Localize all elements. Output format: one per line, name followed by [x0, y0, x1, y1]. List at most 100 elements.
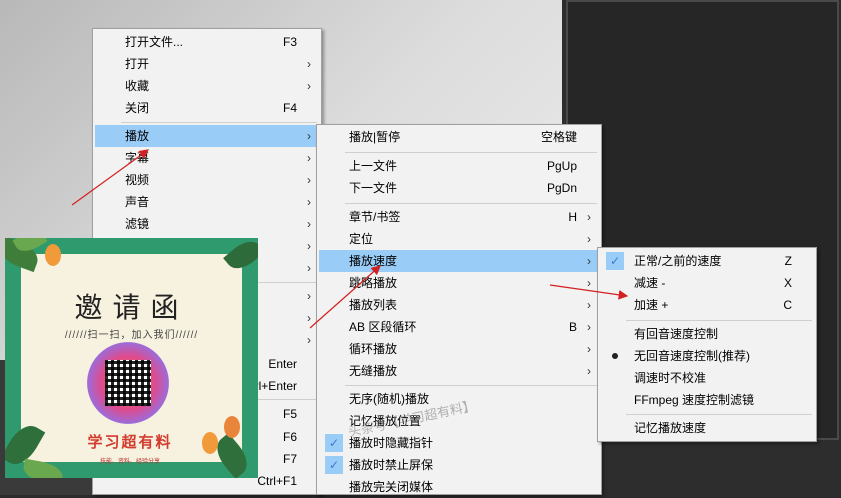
- menu-item-ffmpeg-speed[interactable]: FFmpeg 速度控制滤镜: [600, 389, 814, 411]
- chevron-right-icon: ›: [307, 173, 311, 187]
- menu-separator: [345, 385, 597, 386]
- menu-item-label: 播放: [125, 129, 150, 143]
- chevron-right-icon: ›: [307, 129, 311, 143]
- menu-item-label: 视频: [125, 173, 150, 187]
- menu-item-playlist[interactable]: 播放列表 ›: [319, 294, 599, 316]
- menu-item-label: 上一文件: [349, 159, 398, 173]
- menu-item-label: 无缝播放: [349, 364, 398, 378]
- chevron-right-icon: ›: [307, 79, 311, 93]
- menu-item-open[interactable]: 打开 ›: [95, 53, 319, 75]
- context-menu-play: 播放|暂停 空格键 上一文件 PgUp 下一文件 PgDn 章节/书签 H › 定位 › 播…: [316, 124, 602, 495]
- menu-item-disable-screensaver[interactable]: ✓ 播放时禁止屏保: [319, 454, 599, 476]
- flower-icon: [224, 416, 240, 438]
- chevron-right-icon: ›: [307, 195, 311, 209]
- menu-item-gapless[interactable]: 无缝播放 ›: [319, 360, 599, 382]
- menu-item-shortcut: Z: [784, 254, 792, 268]
- menu-item-label: 加速 +: [634, 298, 669, 312]
- menu-item-label: 章节/书签: [349, 210, 401, 224]
- menu-item-label: AB 区段循环: [349, 320, 417, 334]
- context-menu-speed: ✓ 正常/之前的速度 Z 减速 - X 加速 + C 有回音速度控制 无回音速度控制(推…: [597, 247, 817, 442]
- menu-item-shortcut: Ctrl+F1: [257, 474, 297, 488]
- menu-item-label: 减速 -: [634, 276, 666, 290]
- menu-item-shortcut: F3: [282, 35, 297, 49]
- menu-item-play[interactable]: 播放 ›: [95, 125, 319, 147]
- chevron-right-icon: ›: [587, 276, 591, 290]
- menu-item-no-calibrate[interactable]: 调速时不校准: [600, 367, 814, 389]
- menu-item-label: 调速时不校准: [634, 371, 707, 385]
- menu-item-label: 有回音速度控制: [634, 327, 719, 341]
- menu-item-shortcut: 空格键: [540, 130, 577, 144]
- menu-item-shortcut: F7: [282, 452, 297, 466]
- menu-item-label: 打开文件...: [125, 35, 184, 49]
- menu-item-loop[interactable]: 循环播放 ›: [319, 338, 599, 360]
- menu-item-subtitles[interactable]: 字幕 ›: [95, 147, 319, 169]
- flower-icon: [45, 244, 61, 266]
- menu-item-label: 记忆播放速度: [634, 421, 707, 435]
- menu-item-normal-speed[interactable]: ✓ 正常/之前的速度 Z: [600, 250, 814, 272]
- menu-item-shortcut: F5: [282, 407, 297, 421]
- chevron-right-icon: ›: [307, 261, 311, 275]
- menu-separator: [121, 122, 317, 123]
- menu-item-playback-speed[interactable]: 播放速度 ›: [319, 250, 599, 272]
- menu-item-close[interactable]: 关闭 F4: [95, 97, 319, 119]
- menu-item-video[interactable]: 视频 ›: [95, 169, 319, 191]
- chevron-right-icon: ›: [587, 342, 591, 356]
- menu-item-slow-down[interactable]: 减速 - X: [600, 272, 814, 294]
- menu-separator: [345, 203, 597, 204]
- menu-item-prev-file[interactable]: 上一文件 PgUp: [319, 155, 599, 177]
- menu-item-filters[interactable]: 滤镜 ›: [95, 213, 319, 235]
- menu-item-speed-up[interactable]: 加速 + C: [600, 294, 814, 316]
- chevron-right-icon: ›: [587, 320, 591, 334]
- menu-item-label: 正常/之前的速度: [634, 254, 722, 268]
- radio-dot-icon: [612, 353, 618, 359]
- chevron-right-icon: ›: [307, 57, 311, 71]
- checkmark-icon: ✓: [606, 252, 624, 270]
- chevron-right-icon: ›: [587, 210, 591, 224]
- menu-separator: [626, 414, 812, 415]
- poster-brand-sub: 技能、资料、经验分享: [99, 459, 160, 465]
- chevron-right-icon: ›: [307, 333, 311, 347]
- menu-item-remember-speed[interactable]: 记忆播放速度: [600, 417, 814, 439]
- menu-item-label: 播放列表: [349, 298, 398, 312]
- chevron-right-icon: ›: [307, 151, 311, 165]
- menu-item-next-file[interactable]: 下一文件 PgDn: [319, 177, 599, 199]
- chevron-right-icon: ›: [307, 239, 311, 253]
- menu-item-label: FFmpeg 速度控制滤镜: [634, 393, 755, 407]
- menu-item-label: 字幕: [125, 151, 150, 165]
- poster-title: 邀请函: [74, 291, 189, 324]
- menu-item-open-file[interactable]: 打开文件... F3: [95, 31, 319, 53]
- chevron-right-icon: ›: [307, 311, 311, 325]
- checkmark-icon: ✓: [325, 456, 343, 474]
- menu-item-label: 跳略播放: [349, 276, 398, 290]
- menu-item-ab-loop[interactable]: AB 区段循环 B ›: [319, 316, 599, 338]
- menu-item-shortcut: Enter: [268, 357, 297, 371]
- menu-item-shortcut: PgUp: [546, 159, 577, 173]
- menu-item-label: 播放|暂停: [349, 130, 401, 144]
- invitation-poster: 邀请函 //////扫一扫，加入我们////// 学习超有料 技能、资料、经验分…: [5, 238, 258, 478]
- menu-item-label: 循环播放: [349, 342, 398, 356]
- menu-item-shortcut: PgDn: [546, 181, 577, 195]
- menu-item-label: 定位: [349, 232, 374, 246]
- chevron-right-icon: ›: [587, 364, 591, 378]
- menu-item-no-echo-speed[interactable]: 无回音速度控制(推荐): [600, 345, 814, 367]
- menu-item-label: 播放速度: [349, 254, 398, 268]
- menu-item-label: 下一文件: [349, 181, 398, 195]
- chevron-right-icon: ›: [587, 298, 591, 312]
- menu-item-label: 收藏: [125, 79, 150, 93]
- flower-icon: [202, 432, 218, 454]
- menu-item-label: 关闭: [125, 101, 150, 115]
- menu-item-skip-play[interactable]: 跳略播放 ›: [319, 272, 599, 294]
- chevron-right-icon: ›: [307, 217, 311, 231]
- menu-separator: [345, 152, 597, 153]
- menu-item-chapters[interactable]: 章节/书签 H ›: [319, 206, 599, 228]
- menu-item-shortcut: H: [568, 210, 577, 224]
- menu-item-favorites[interactable]: 收藏 ›: [95, 75, 319, 97]
- menu-item-audio[interactable]: 声音 ›: [95, 191, 319, 213]
- menu-item-shortcut: F4: [282, 101, 297, 115]
- menu-item-seek[interactable]: 定位 ›: [319, 228, 599, 250]
- menu-item-label: 无回音速度控制(推荐): [634, 349, 750, 363]
- menu-item-play-pause[interactable]: 播放|暂停 空格键: [319, 126, 599, 148]
- checkmark-icon: ✓: [325, 434, 343, 452]
- menu-item-echo-speed[interactable]: 有回音速度控制: [600, 323, 814, 345]
- menu-item-shortcut: B: [568, 320, 577, 334]
